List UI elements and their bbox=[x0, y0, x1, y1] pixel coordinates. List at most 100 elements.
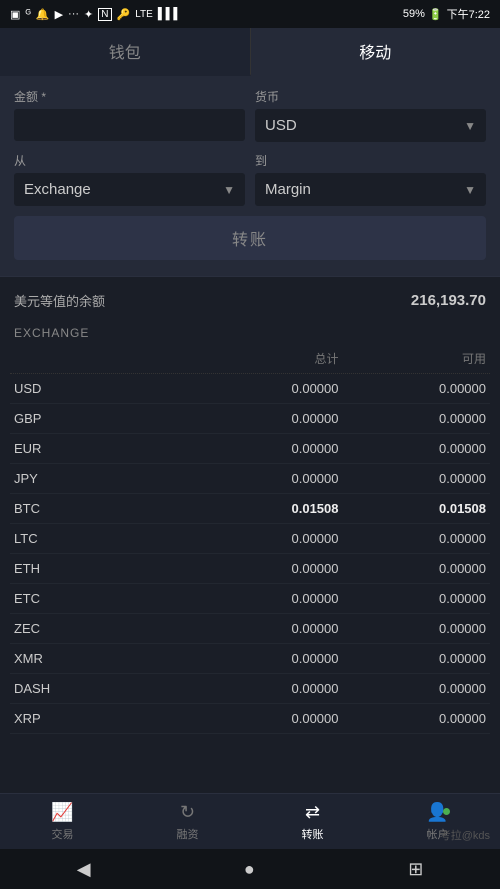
from-group: 从 Exchange ▼ bbox=[14, 152, 245, 206]
table-row: BTC 0.01508 0.01508 bbox=[10, 494, 490, 524]
battery-pct: 59% bbox=[403, 8, 425, 20]
tab-wallet[interactable]: 钱包 bbox=[0, 28, 251, 76]
status-left-icons: ▣ ᴳ 🔔 ▶ ··· ✦ N 🔑 LTE ▌▌▌ bbox=[10, 8, 181, 21]
cell-avail: 0.00000 bbox=[339, 411, 487, 426]
icon-h: ᴳ bbox=[25, 8, 30, 20]
from-label: 从 bbox=[14, 152, 245, 169]
cell-avail: 0.01508 bbox=[339, 501, 487, 516]
table-row: JPY 0.00000 0.00000 bbox=[10, 464, 490, 494]
status-right-info: 59% 🔋 下午7:22 bbox=[403, 6, 490, 22]
to-value: Margin bbox=[265, 181, 311, 198]
watermark: 考拉@kds bbox=[440, 827, 490, 843]
cell-total: 0.00000 bbox=[191, 441, 339, 456]
main-tabs: 钱包 移动 bbox=[0, 28, 500, 76]
balance-section: 美元等值的余额 216,193.70 bbox=[0, 276, 500, 318]
cell-total: 0.01508 bbox=[191, 501, 339, 516]
balance-label: 美元等值的余额 bbox=[14, 291, 105, 310]
exchange-section-label: EXCHANGE bbox=[10, 318, 490, 344]
table-header: 总计 可用 bbox=[10, 344, 490, 374]
table-row: GBP 0.00000 0.00000 bbox=[10, 404, 490, 434]
currency-value: USD bbox=[265, 117, 297, 134]
col-header-name bbox=[14, 350, 191, 367]
to-select[interactable]: Margin ▼ bbox=[255, 173, 486, 206]
cell-name: XRP bbox=[14, 711, 191, 726]
cell-total: 0.00000 bbox=[191, 561, 339, 576]
balance-value: 216,193.70 bbox=[411, 292, 486, 309]
amount-group: 金额 * bbox=[14, 88, 245, 142]
icon-key: 🔑 bbox=[117, 8, 131, 21]
tab-mobile[interactable]: 移动 bbox=[251, 28, 500, 76]
trade-icon: 📈 bbox=[51, 802, 73, 823]
account-dot bbox=[443, 808, 450, 815]
transfer-button[interactable]: 转账 bbox=[14, 216, 486, 260]
to-label: 到 bbox=[255, 152, 486, 169]
cell-avail: 0.00000 bbox=[339, 711, 487, 726]
icon-nfc: N bbox=[98, 8, 111, 21]
cell-avail: 0.00000 bbox=[339, 621, 487, 636]
bottom-nav: 📈 交易 ↻ 融资 ⇄ 转账 👤 帐户 bbox=[0, 793, 500, 849]
table-row: LTC 0.00000 0.00000 bbox=[10, 524, 490, 554]
cell-name: USD bbox=[14, 381, 191, 396]
currency-arrow-icon: ▼ bbox=[464, 119, 476, 133]
cell-avail: 0.00000 bbox=[339, 591, 487, 606]
col-header-avail: 可用 bbox=[339, 350, 487, 367]
icon-lte: LTE bbox=[135, 9, 153, 20]
table-row: EUR 0.00000 0.00000 bbox=[10, 434, 490, 464]
cell-avail: 0.00000 bbox=[339, 531, 487, 546]
cell-total: 0.00000 bbox=[191, 381, 339, 396]
nav-label-transfer: 转账 bbox=[302, 826, 324, 842]
amount-input[interactable] bbox=[14, 109, 245, 141]
cell-total: 0.00000 bbox=[191, 621, 339, 636]
cell-total: 0.00000 bbox=[191, 591, 339, 606]
cell-total: 0.00000 bbox=[191, 471, 339, 486]
menu-button[interactable]: ⊞ bbox=[408, 859, 423, 880]
cell-name: JPY bbox=[14, 471, 191, 486]
icon-dots: ··· bbox=[68, 8, 79, 20]
transfer-form: 金额 * 货币 USD ▼ 从 Exchange ▼ 到 Margin ▼ bbox=[0, 76, 500, 276]
table-row: XRP 0.00000 0.00000 bbox=[10, 704, 490, 734]
table-row: ETH 0.00000 0.00000 bbox=[10, 554, 490, 584]
to-arrow-icon: ▼ bbox=[464, 183, 476, 197]
cell-avail: 0.00000 bbox=[339, 471, 487, 486]
cell-total: 0.00000 bbox=[191, 711, 339, 726]
cell-name: XMR bbox=[14, 651, 191, 666]
nav-item-fund[interactable]: ↻ 融资 bbox=[125, 794, 250, 849]
nav-label-fund: 融资 bbox=[177, 826, 199, 842]
amount-label: 金额 * bbox=[14, 88, 245, 105]
cell-name: ETH bbox=[14, 561, 191, 576]
icon-bell: 🔔 bbox=[36, 8, 50, 21]
cell-total: 0.00000 bbox=[191, 651, 339, 666]
cell-avail: 0.00000 bbox=[339, 381, 487, 396]
currency-label: 货币 bbox=[255, 88, 486, 105]
table-row: ZEC 0.00000 0.00000 bbox=[10, 614, 490, 644]
cell-total: 0.00000 bbox=[191, 681, 339, 696]
cell-avail: 0.00000 bbox=[339, 651, 487, 666]
nav-label-trade: 交易 bbox=[52, 826, 74, 842]
status-bar: ▣ ᴳ 🔔 ▶ ··· ✦ N 🔑 LTE ▌▌▌ 59% 🔋 下午7:22 bbox=[0, 0, 500, 28]
cell-name: ZEC bbox=[14, 621, 191, 636]
from-select[interactable]: Exchange ▼ bbox=[14, 173, 245, 206]
signal-bars: ▌▌▌ bbox=[158, 8, 181, 20]
transfer-btn-row: 转账 bbox=[14, 216, 486, 260]
nav-item-trade[interactable]: 📈 交易 bbox=[0, 794, 125, 849]
home-button[interactable]: ● bbox=[244, 859, 255, 880]
col-header-total: 总计 bbox=[191, 350, 339, 367]
table-row: USD 0.00000 0.00000 bbox=[10, 374, 490, 404]
nav-item-transfer[interactable]: ⇄ 转账 bbox=[250, 794, 375, 849]
cell-name: DASH bbox=[14, 681, 191, 696]
from-arrow-icon: ▼ bbox=[223, 183, 235, 197]
amount-currency-row: 金额 * 货币 USD ▼ bbox=[14, 88, 486, 142]
currency-select[interactable]: USD ▼ bbox=[255, 109, 486, 142]
fund-icon: ↻ bbox=[180, 802, 195, 823]
icon-bluetooth: ✦ bbox=[84, 8, 93, 21]
cell-avail: 0.00000 bbox=[339, 561, 487, 576]
battery-icon: 🔋 bbox=[429, 8, 443, 21]
back-button[interactable]: ◀ bbox=[77, 859, 91, 880]
table-row: ETC 0.00000 0.00000 bbox=[10, 584, 490, 614]
icon-square: ▣ bbox=[10, 8, 20, 21]
cell-name: ETC bbox=[14, 591, 191, 606]
from-to-row: 从 Exchange ▼ 到 Margin ▼ bbox=[14, 152, 486, 206]
table-row: DASH 0.00000 0.00000 bbox=[10, 674, 490, 704]
cell-name: EUR bbox=[14, 441, 191, 456]
cell-name: GBP bbox=[14, 411, 191, 426]
